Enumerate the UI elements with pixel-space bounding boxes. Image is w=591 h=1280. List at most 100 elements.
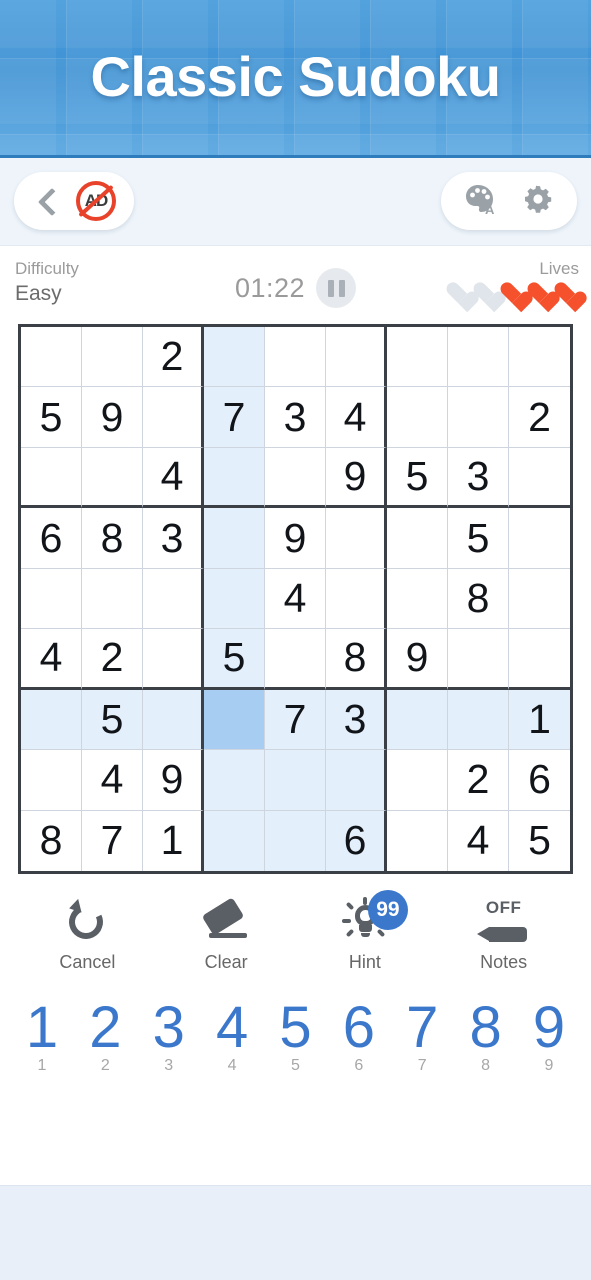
sudoku-cell[interactable]	[21, 327, 82, 388]
sudoku-cell[interactable]	[387, 508, 448, 569]
sudoku-cell[interactable]: 7	[82, 810, 143, 871]
sudoku-cell-highlighted[interactable]	[204, 447, 265, 509]
sudoku-cell[interactable]: 3	[143, 508, 204, 569]
sudoku-cell[interactable]: 4	[326, 387, 387, 448]
sudoku-cell[interactable]: 8	[21, 810, 82, 871]
sudoku-cell[interactable]	[143, 387, 204, 448]
sudoku-cell[interactable]: 5	[509, 810, 570, 871]
sudoku-cell[interactable]	[448, 387, 509, 448]
sudoku-cell[interactable]	[509, 568, 570, 630]
sudoku-cell-highlighted[interactable]	[448, 689, 509, 751]
sudoku-cell-highlighted[interactable]: 3	[326, 689, 387, 751]
sudoku-cell-highlighted[interactable]: 7	[204, 387, 265, 448]
sudoku-cell[interactable]	[265, 629, 326, 690]
sudoku-cell[interactable]	[387, 750, 448, 811]
sudoku-cell[interactable]	[387, 568, 448, 630]
sudoku-cell[interactable]: 4	[82, 750, 143, 811]
sudoku-cell-highlighted[interactable]	[204, 568, 265, 630]
sudoku-cell[interactable]: 8	[448, 568, 509, 630]
sudoku-cell[interactable]	[21, 568, 82, 630]
notes-toggle-button[interactable]: OFF Notes	[445, 894, 563, 973]
sudoku-cell-highlighted[interactable]	[265, 810, 326, 871]
sudoku-cell-highlighted[interactable]	[204, 750, 265, 811]
number-key-6[interactable]: 66	[329, 997, 389, 1075]
sudoku-cell-highlighted[interactable]: 5	[204, 629, 265, 690]
cancel-button[interactable]: Cancel	[28, 894, 146, 973]
sudoku-cell-highlighted[interactable]: 5	[82, 689, 143, 751]
sudoku-cell[interactable]: 3	[265, 387, 326, 448]
sudoku-cell[interactable]	[143, 568, 204, 630]
sudoku-cell[interactable]	[387, 810, 448, 871]
sudoku-cell[interactable]: 8	[326, 629, 387, 690]
sudoku-cell[interactable]	[21, 750, 82, 811]
sudoku-cell[interactable]	[82, 568, 143, 630]
number-key-3[interactable]: 33	[139, 997, 199, 1075]
sudoku-cell[interactable]	[326, 327, 387, 388]
number-key-8[interactable]: 88	[456, 997, 516, 1075]
sudoku-cell[interactable]: 4	[448, 810, 509, 871]
sudoku-cell[interactable]	[509, 447, 570, 509]
sudoku-cell[interactable]	[509, 327, 570, 388]
sudoku-cell[interactable]	[82, 327, 143, 388]
pause-button[interactable]	[316, 268, 357, 308]
sudoku-cell[interactable]: 8	[82, 508, 143, 569]
sudoku-cell[interactable]: 4	[143, 447, 204, 509]
sudoku-cell[interactable]: 9	[265, 508, 326, 569]
sudoku-cell[interactable]: 5	[448, 508, 509, 569]
sudoku-cell[interactable]: 4	[265, 568, 326, 630]
clear-button[interactable]: Clear	[167, 894, 285, 973]
number-key-7[interactable]: 77	[392, 997, 452, 1075]
sudoku-cell-highlighted[interactable]	[204, 327, 265, 388]
sudoku-cell-highlighted[interactable]	[265, 750, 326, 811]
number-key-2[interactable]: 22	[75, 997, 135, 1075]
number-key-4[interactable]: 44	[202, 997, 262, 1075]
sudoku-cell-highlighted[interactable]: 7	[265, 689, 326, 751]
hint-button[interactable]: 99 Hint	[306, 890, 424, 973]
sudoku-cell[interactable]	[21, 447, 82, 509]
sudoku-cell[interactable]	[448, 327, 509, 388]
sudoku-cell[interactable]: 3	[448, 447, 509, 509]
sudoku-cell-highlighted[interactable]	[21, 689, 82, 751]
sudoku-cell[interactable]	[265, 447, 326, 509]
sudoku-cell-highlighted[interactable]	[326, 750, 387, 811]
sudoku-cell-selected[interactable]	[204, 689, 265, 751]
sudoku-cell[interactable]: 2	[82, 629, 143, 690]
sudoku-cell[interactable]: 1	[143, 810, 204, 871]
sudoku-cell[interactable]: 2	[143, 327, 204, 388]
no-ads-button[interactable]: AD	[76, 181, 116, 221]
sudoku-cell[interactable]: 6	[21, 508, 82, 569]
sudoku-cell-highlighted[interactable]	[204, 810, 265, 871]
number-key-9[interactable]: 99	[519, 997, 579, 1075]
sudoku-cell[interactable]	[387, 387, 448, 448]
palette-a-icon[interactable]: A	[463, 182, 497, 221]
sudoku-cell-highlighted[interactable]: 6	[326, 810, 387, 871]
number-key-5[interactable]: 55	[266, 997, 326, 1075]
sudoku-cell-highlighted[interactable]	[143, 689, 204, 751]
sudoku-cell[interactable]	[509, 508, 570, 569]
sudoku-cell[interactable]: 4	[21, 629, 82, 690]
gear-icon[interactable]	[521, 182, 555, 221]
sudoku-cell-highlighted[interactable]: 1	[509, 689, 570, 751]
sudoku-cell[interactable]: 9	[82, 387, 143, 448]
sudoku-cell-highlighted[interactable]	[387, 689, 448, 751]
sudoku-cell[interactable]	[326, 508, 387, 569]
sudoku-cell[interactable]	[143, 629, 204, 690]
sudoku-cell[interactable]: 5	[387, 447, 448, 509]
sudoku-cell[interactable]	[265, 327, 326, 388]
sudoku-cell[interactable]	[448, 629, 509, 690]
sudoku-cell[interactable]	[387, 327, 448, 388]
sudoku-cell[interactable]: 5	[21, 387, 82, 448]
chevron-left-icon[interactable]	[36, 190, 58, 212]
sudoku-cell[interactable]: 2	[448, 750, 509, 811]
sudoku-cell[interactable]	[326, 568, 387, 630]
sudoku-cell[interactable]	[509, 629, 570, 690]
sudoku-cell[interactable]: 9	[326, 447, 387, 509]
sudoku-cell[interactable]: 9	[387, 629, 448, 690]
sudoku-cell[interactable]: 2	[509, 387, 570, 448]
sudoku-cell[interactable]: 6	[509, 750, 570, 811]
sudoku-cell[interactable]	[82, 447, 143, 509]
number-key-1[interactable]: 11	[12, 997, 72, 1075]
sudoku-cell-highlighted[interactable]	[204, 508, 265, 569]
sudoku-cell[interactable]: 9	[143, 750, 204, 811]
sudoku-grid[interactable]: 2597342495368395484258957314926871645	[18, 324, 573, 874]
